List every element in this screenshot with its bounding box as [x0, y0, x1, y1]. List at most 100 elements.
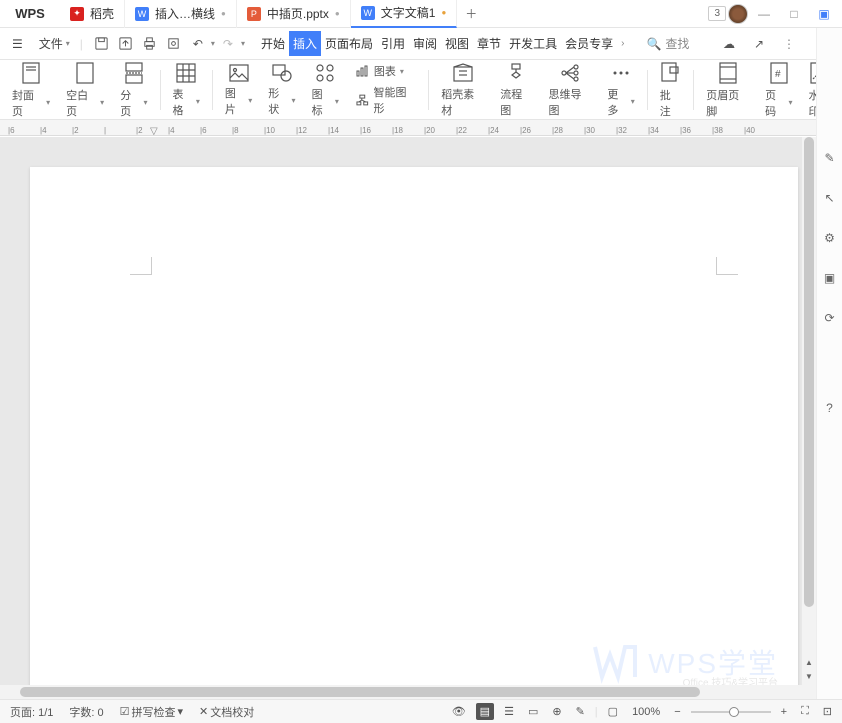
- share-button[interactable]: ↗: [748, 33, 770, 55]
- eye-icon[interactable]: 👁: [448, 703, 470, 720]
- tab-layout[interactable]: 页面布局: [321, 31, 377, 56]
- ruler-tick: |4: [40, 126, 72, 135]
- settings-icon[interactable]: ▢: [604, 703, 622, 720]
- horizontal-scrollbar[interactable]: [0, 685, 816, 699]
- page-number-button[interactable]: # 页码▾: [757, 64, 800, 116]
- box-tool-icon[interactable]: ▣: [820, 268, 840, 288]
- web-view-icon[interactable]: ⊕: [548, 703, 565, 720]
- mindmap-button[interactable]: 思维导图: [540, 64, 599, 116]
- page-indicator[interactable]: 页面: 1/1: [6, 702, 57, 722]
- tab-doke[interactable]: ✦ 稻壳: [60, 0, 125, 28]
- file-menu[interactable]: 文件▾: [33, 32, 76, 55]
- modified-dot-icon: ●: [335, 9, 340, 18]
- tab-developer[interactable]: 开发工具: [505, 31, 561, 56]
- tab-insert-line[interactable]: W 插入…横线 ●: [125, 0, 237, 28]
- help-icon[interactable]: ?: [820, 398, 840, 418]
- material-button[interactable]: 稻壳素材: [433, 64, 492, 116]
- image-button[interactable]: 图片▾: [217, 64, 260, 116]
- doc-count-badge[interactable]: 3: [708, 6, 726, 21]
- ruler-tick: |30: [584, 126, 616, 135]
- ruler-tick: |: [104, 126, 136, 135]
- proofing-button[interactable]: ✕ 文档校对: [195, 702, 258, 722]
- ruler-tick: |32: [616, 126, 648, 135]
- more-tabs-icon[interactable]: ›: [621, 38, 624, 49]
- ruler-tick: |6: [200, 126, 232, 135]
- export-button[interactable]: [115, 33, 137, 55]
- zoom-level[interactable]: 100%: [628, 704, 664, 720]
- add-tab-button[interactable]: ＋: [457, 5, 485, 22]
- ruler-tick: |10: [264, 126, 296, 135]
- shape-button[interactable]: 形状▾: [260, 64, 303, 116]
- preview-button[interactable]: [163, 33, 185, 55]
- settings-icon[interactable]: ⚙: [820, 228, 840, 248]
- tab-review[interactable]: 审阅: [409, 31, 441, 56]
- tab-member[interactable]: 会员专享: [561, 31, 617, 56]
- user-avatar[interactable]: [728, 4, 748, 24]
- scroll-up-icon[interactable]: ▲: [802, 655, 816, 669]
- tab-active-doc[interactable]: W 文字文稿1 ●: [351, 0, 458, 28]
- margin-marker-tl: [130, 257, 152, 275]
- table-button[interactable]: 表格▾: [165, 64, 208, 116]
- blank-page-button[interactable]: 空白页▾: [58, 64, 112, 116]
- tab-label: 文字文稿1: [381, 4, 436, 21]
- fullscreen-icon[interactable]: ⛶: [797, 703, 813, 720]
- more-button[interactable]: 更多▾: [599, 64, 642, 116]
- comment-button[interactable]: 批注: [652, 64, 689, 116]
- tab-pptx[interactable]: P 中插页.pptx ●: [237, 0, 351, 28]
- chevron-down-icon: ▾: [66, 39, 70, 48]
- chevron-down-icon[interactable]: ▾: [241, 39, 245, 48]
- edit-tool-icon[interactable]: ✎: [820, 148, 840, 168]
- outline-view-icon[interactable]: ☰: [500, 703, 518, 720]
- word-count[interactable]: 字数: 0: [65, 702, 107, 722]
- ruler-tick: |36: [680, 126, 712, 135]
- undo-button[interactable]: ↶: [187, 33, 209, 55]
- zoom-in-button[interactable]: +: [777, 704, 791, 720]
- document-canvas[interactable]: WPS学堂 Office 技巧&学习平台: [0, 137, 816, 685]
- hamburger-menu[interactable]: ☰: [6, 34, 29, 54]
- zoom-out-button[interactable]: −: [670, 704, 684, 720]
- search-box[interactable]: 🔍 查找: [640, 33, 695, 54]
- save-button[interactable]: [91, 33, 113, 55]
- tab-view[interactable]: 视图: [441, 31, 473, 56]
- svg-text:#: #: [775, 69, 781, 80]
- document-page[interactable]: WPS学堂 Office 技巧&学习平台: [30, 167, 798, 685]
- page-break-button[interactable]: 分页▾: [112, 64, 155, 116]
- tab-reference[interactable]: 引用: [377, 31, 409, 56]
- print-button[interactable]: [139, 33, 161, 55]
- settings-button[interactable]: ⋮: [778, 33, 800, 55]
- best-fit-icon[interactable]: ⊡: [819, 703, 836, 720]
- cloud-button[interactable]: ☁: [718, 33, 740, 55]
- horizontal-ruler[interactable]: ▽ |6|4|2||2|4|6|8|10|12|14|16|18|20|22|2…: [0, 120, 842, 136]
- tab-chapter[interactable]: 章节: [473, 31, 505, 56]
- cover-page-button[interactable]: 封面页▾: [4, 64, 58, 116]
- refresh-icon[interactable]: ⟳: [820, 308, 840, 328]
- chart-button[interactable]: 图表▾: [353, 61, 418, 81]
- scroll-down-icon[interactable]: ▼: [802, 669, 816, 683]
- smartart-button[interactable]: 智能图形: [353, 82, 418, 118]
- statusbar-right: 👁 ▤ ☰ ▭ ⊕ ✎ | ▢ 100% − + ⛶ ⊡: [448, 703, 836, 720]
- close-button[interactable]: ▣: [810, 4, 838, 24]
- redo-button[interactable]: ↷: [217, 33, 239, 55]
- maximize-button[interactable]: □: [780, 4, 808, 24]
- minimize-button[interactable]: —: [750, 4, 778, 24]
- scrollbar-thumb[interactable]: [804, 137, 814, 607]
- flowchart-button[interactable]: 流程图: [492, 64, 540, 116]
- ruler-tick: |20: [424, 126, 456, 135]
- zoom-thumb[interactable]: [729, 707, 739, 717]
- titlebar: WPS ✦ 稻壳 W 插入…横线 ● P 中插页.pptx ● W 文字文稿1 …: [0, 0, 842, 28]
- page-view-icon[interactable]: ▤: [476, 703, 494, 720]
- icon-button[interactable]: 图标▾: [304, 64, 347, 116]
- tab-start[interactable]: 开始: [257, 31, 289, 56]
- cursor-tool-icon[interactable]: ↖: [820, 188, 840, 208]
- chevron-down-icon[interactable]: ▾: [211, 39, 215, 48]
- read-view-icon[interactable]: ▭: [524, 703, 542, 720]
- scrollbar-thumb[interactable]: [20, 687, 700, 697]
- ruler-tick: |2: [72, 126, 104, 135]
- tab-insert[interactable]: 插入: [289, 31, 321, 56]
- vertical-scrollbar[interactable]: ▲ ▼: [802, 137, 816, 685]
- edit-mode-icon[interactable]: ✎: [572, 703, 589, 720]
- header-footer-button[interactable]: 页眉页脚: [698, 64, 757, 116]
- spellcheck-toggle[interactable]: ☑ 拼写检查 ▾: [116, 702, 187, 722]
- zoom-slider[interactable]: [691, 711, 771, 713]
- ruler-tick: |34: [648, 126, 680, 135]
